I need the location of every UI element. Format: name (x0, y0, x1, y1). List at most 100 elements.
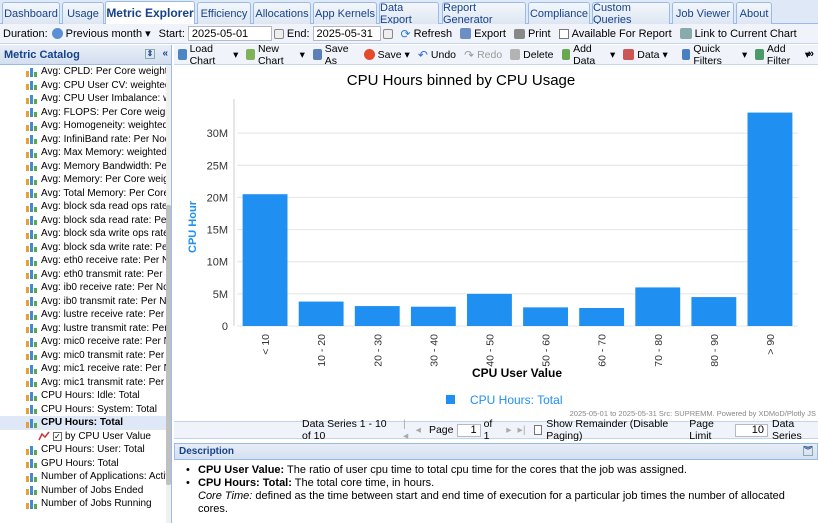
delete-button[interactable]: Delete (510, 49, 554, 61)
metric-tree-item[interactable]: CPU Hours: User: Total (0, 443, 166, 457)
metric-tree-item[interactable]: Avg: Max Memory: weighted by c (0, 146, 166, 160)
show-remainder-checkbox[interactable] (533, 425, 543, 435)
add-filter-button[interactable]: Add Filter ▾ (755, 43, 810, 67)
metric-tree-item[interactable]: Avg: block sda read ops rate: Per (0, 200, 166, 214)
bar-chart-icon (26, 175, 38, 185)
start-date-field[interactable]: 2025-05-01 (187, 26, 272, 41)
next-page-icon[interactable]: ▸ (506, 424, 511, 436)
metric-tree-item[interactable]: Avg: FLOPS: Per Core weighted b (0, 106, 166, 120)
last-page-icon[interactable]: ▸| (518, 424, 526, 436)
tab-about[interactable]: About (736, 2, 772, 24)
checkbox-icon[interactable]: ✓ (53, 431, 62, 441)
undo-button[interactable]: ↶ Undo (418, 48, 456, 62)
metric-tree-item[interactable]: Avg: eth0 transmit rate: Per Node (0, 268, 166, 282)
legend-swatch[interactable] (446, 395, 455, 404)
tab-usage[interactable]: Usage (62, 2, 104, 24)
metric-tree-item[interactable]: Number of Jobs Ended (0, 484, 166, 498)
metric-tree-label: Number of Applications: Active (41, 471, 166, 483)
bar-chart[interactable]: CPU Hours binned by CPU Usage CPU Hour C… (174, 66, 818, 420)
bar[interactable] (579, 308, 625, 326)
refresh-button[interactable]: ⟳ Refresh (401, 27, 453, 41)
tab-app-kernels[interactable]: App Kernels (313, 2, 377, 24)
metric-tree-item[interactable]: Number of Jobs Running (0, 497, 166, 511)
metric-tree-item[interactable]: Avg: InfiniBand rate: Per Node we (0, 133, 166, 147)
tab-data-export[interactable]: Data Export (379, 2, 439, 26)
available-for-report-checkbox[interactable]: Available For Report (558, 28, 672, 40)
legend-label[interactable]: CPU Hours: Total (470, 393, 562, 407)
y-tick-label: 15M (207, 225, 228, 237)
metric-tree-item[interactable]: Avg: mic0 receive rate: Per Node w (0, 335, 166, 349)
metric-tree-item[interactable]: Avg: block sda read rate: Per Nod (0, 214, 166, 228)
bar[interactable] (747, 112, 793, 326)
metric-tree-item[interactable]: ✓ by CPU User Value (0, 430, 166, 444)
quick-filters-button[interactable]: Quick Filters ▾ (681, 43, 747, 67)
bar[interactable] (467, 293, 512, 326)
save-button[interactable]: Save ▾ (363, 49, 410, 61)
load-chart-button[interactable]: Load Chart ▾ (178, 43, 238, 67)
metric-tree-item[interactable]: Avg: lustre receive rate: Per Node (0, 308, 166, 322)
metric-tree-item[interactable]: Avg: mic1 transmit rate: Per Node (0, 376, 166, 390)
collapse-icon[interactable]: ⇕ (145, 49, 155, 59)
metric-tree-item[interactable]: Avg: Memory: Per Core weighted (0, 173, 166, 187)
tab-allocations[interactable]: Allocations (253, 2, 311, 24)
print-button[interactable]: Print (513, 28, 551, 40)
redo-button[interactable]: ↷ Redo (464, 48, 502, 62)
duration-select[interactable]: Previous month ▾ (51, 27, 151, 40)
prev-page-icon[interactable]: ◂ (416, 424, 421, 436)
overflow-chevron-icon[interactable]: » (808, 48, 814, 60)
calendar-icon[interactable] (273, 28, 284, 39)
calendar-icon[interactable] (382, 28, 393, 39)
metric-tree-item[interactable]: Avg: ib0 transmit rate: Per Node w (0, 295, 166, 309)
metric-tree-item[interactable]: Avg: Total Memory: Per Core weig (0, 187, 166, 201)
new-chart-button[interactable]: New Chart ▾ (246, 43, 305, 67)
metric-catalog-scrollbar[interactable] (166, 65, 171, 523)
save-as-button[interactable]: Save As (312, 43, 356, 67)
metric-tree-item[interactable]: CPU Hours: Total (0, 416, 166, 430)
redo-icon: ↷ (464, 47, 475, 62)
metric-tree-item[interactable]: CPU Hours: System: Total (0, 403, 166, 417)
tab-metric-explorer[interactable]: Metric Explorer (105, 1, 195, 24)
scrollbar-thumb[interactable] (166, 205, 171, 485)
bar[interactable] (691, 297, 737, 326)
bar[interactable] (242, 194, 288, 326)
metric-tree-item[interactable]: Avg: CPLD: Per Core weighted by (0, 65, 166, 79)
page-input[interactable]: 1 (457, 423, 481, 437)
metric-tree-item[interactable]: Avg: Homogeneity: weighted by n (0, 119, 166, 133)
metric-tree-item[interactable]: CPU Hours: Idle: Total (0, 389, 166, 403)
add-data-button[interactable]: Add Data ▾ (561, 43, 615, 67)
bar[interactable] (523, 307, 568, 326)
tab-compliance[interactable]: Compliance (528, 2, 590, 24)
metric-tree-item[interactable]: GPU Hours: Total (0, 457, 166, 471)
tab-efficiency[interactable]: Efficiency (197, 2, 251, 24)
page-limit-input[interactable]: 10 (734, 423, 768, 437)
double-chevron-left-icon[interactable]: « (162, 48, 168, 59)
metric-tree-item[interactable]: Avg: CPU User CV: weighted by c (0, 79, 166, 93)
bar[interactable] (298, 301, 344, 326)
metric-tree-item[interactable]: Avg: block sda write rate: Per Nod (0, 241, 166, 255)
end-date-field[interactable]: 2025-05-31 (312, 26, 381, 41)
bar[interactable] (410, 306, 456, 326)
bar[interactable] (354, 306, 400, 326)
tab-job-viewer[interactable]: Job Viewer (672, 2, 734, 24)
chevron-down-icon: ▾ (145, 28, 151, 40)
first-page-icon[interactable]: |◂ (403, 418, 410, 442)
tab-report-generator[interactable]: Report Generator (442, 2, 526, 26)
add-filter-label: Add Filter (766, 42, 791, 67)
tab-custom-queries[interactable]: Custom Queries (592, 2, 670, 26)
metric-tree-item[interactable]: Avg: mic1 receive rate: Per Node w (0, 362, 166, 376)
metric-tree-item[interactable]: Avg: mic0 transmit rate: Per Node (0, 349, 166, 363)
metric-tree-item[interactable]: Avg: Memory Bandwidth: Per Core (0, 160, 166, 174)
metric-tree-item[interactable]: Avg: CPU User Imbalance: weight (0, 92, 166, 106)
metric-tree-item[interactable]: Avg: lustre transmit rate: Per Node (0, 322, 166, 336)
data-button[interactable]: Data ▾ (623, 49, 668, 61)
refresh-icon: ⟳ (400, 26, 411, 41)
tab-dashboard[interactable]: Dashboard (2, 2, 60, 24)
metric-tree-item[interactable]: Avg: ib0 receive rate: Per Node we (0, 281, 166, 295)
export-button[interactable]: Export (460, 28, 506, 40)
bar[interactable] (635, 287, 681, 326)
metric-tree-item[interactable]: Avg: eth0 receive rate: Per Node w (0, 254, 166, 268)
metric-tree-item[interactable]: Avg: block sda write ops rate: Per (0, 227, 166, 241)
metric-tree-item[interactable]: Number of Applications: Active (0, 470, 166, 484)
collapse-icon[interactable]: ︾ (803, 446, 813, 456)
link-to-chart-button[interactable]: Link to Current Chart (679, 28, 797, 40)
